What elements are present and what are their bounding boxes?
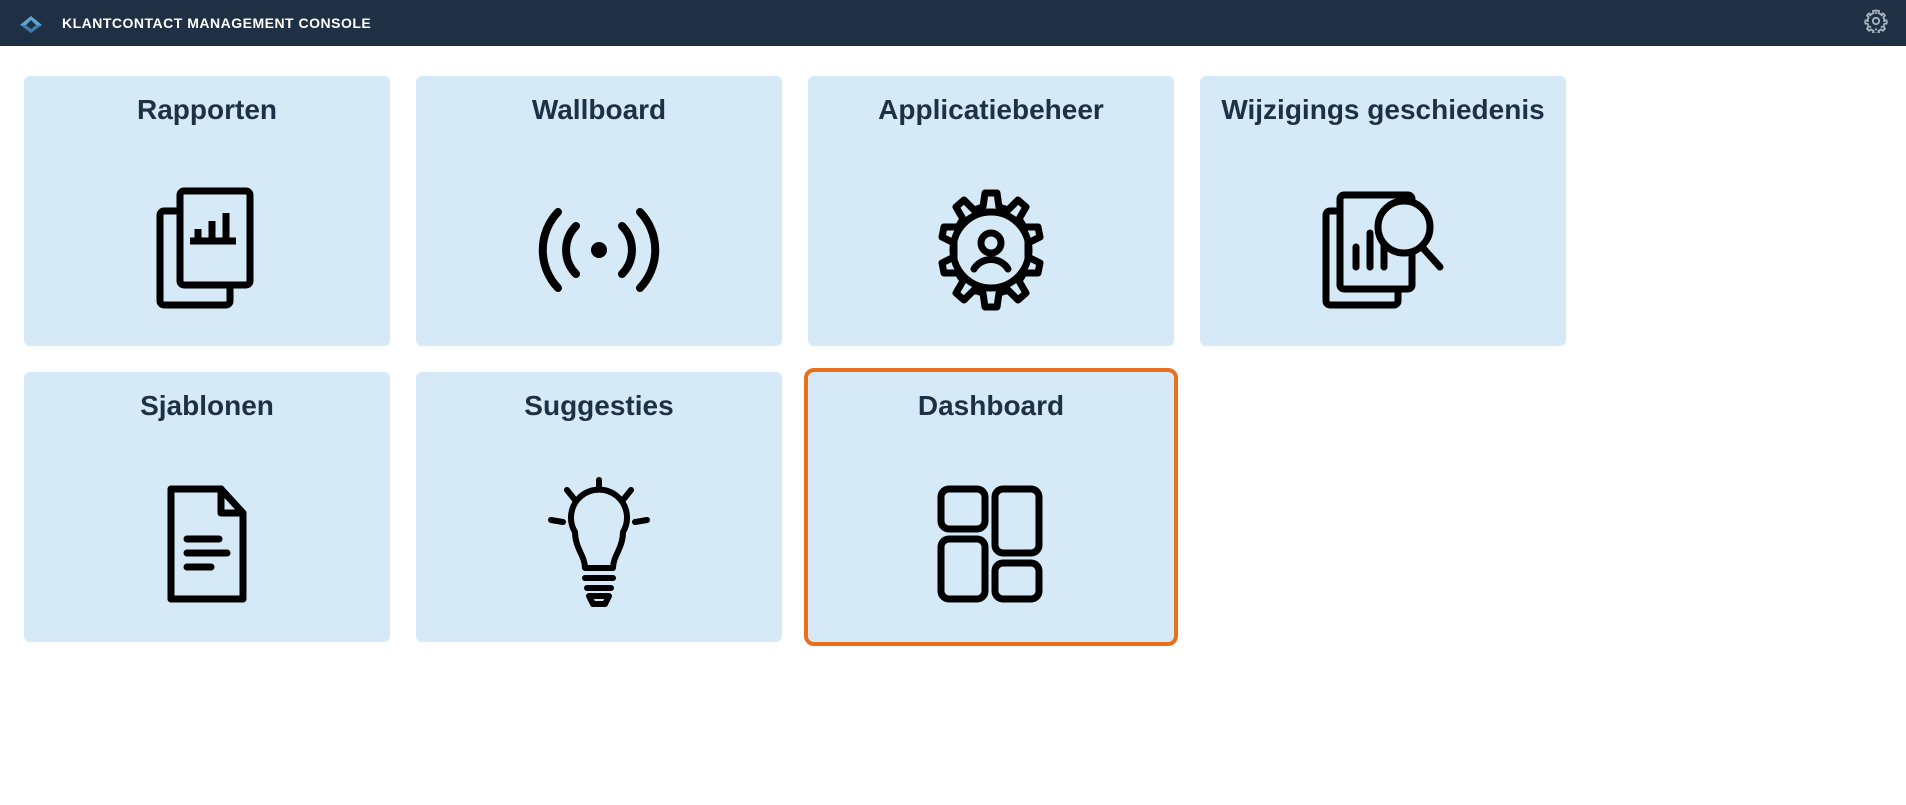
gear-icon	[1864, 9, 1888, 38]
tile-suggesties[interactable]: Suggesties	[416, 372, 782, 642]
user-gear-icon	[926, 154, 1056, 346]
tile-sjablonen[interactable]: Sjablonen	[24, 372, 390, 642]
tile-label: Wallboard	[532, 94, 666, 126]
broadcast-icon	[524, 154, 674, 346]
tile-wijzigings-geschiedenis[interactable]: Wijzigings geschiedenis	[1200, 76, 1566, 346]
reports-icon	[152, 154, 262, 346]
tile-label: Wijzigings geschiedenis	[1221, 94, 1544, 126]
tile-wallboard[interactable]: Wallboard	[416, 76, 782, 346]
settings-button[interactable]	[1860, 5, 1892, 42]
dashboard-icon	[931, 450, 1051, 642]
tile-label: Suggesties	[524, 390, 673, 422]
tile-grid: Rapporten Wallboard	[24, 76, 1624, 642]
logo-icon	[14, 11, 48, 35]
tile-label: Applicatiebeheer	[878, 94, 1104, 126]
tile-applicatiebeheer[interactable]: Applicatiebeheer	[808, 76, 1174, 346]
tile-label: Rapporten	[137, 94, 277, 126]
header-bar: KLANTCONTACT MANAGEMENT CONSOLE	[0, 0, 1906, 46]
chart-magnify-icon	[1318, 154, 1448, 346]
tile-rapporten[interactable]: Rapporten	[24, 76, 390, 346]
main-content: Rapporten Wallboard	[0, 46, 1906, 672]
header-left: KLANTCONTACT MANAGEMENT CONSOLE	[14, 11, 371, 35]
tile-dashboard[interactable]: Dashboard	[808, 372, 1174, 642]
tile-label: Dashboard	[918, 390, 1064, 422]
lightbulb-icon	[539, 450, 659, 642]
tile-label: Sjablonen	[140, 390, 274, 422]
document-icon	[157, 450, 257, 642]
app-title: KLANTCONTACT MANAGEMENT CONSOLE	[62, 15, 371, 31]
